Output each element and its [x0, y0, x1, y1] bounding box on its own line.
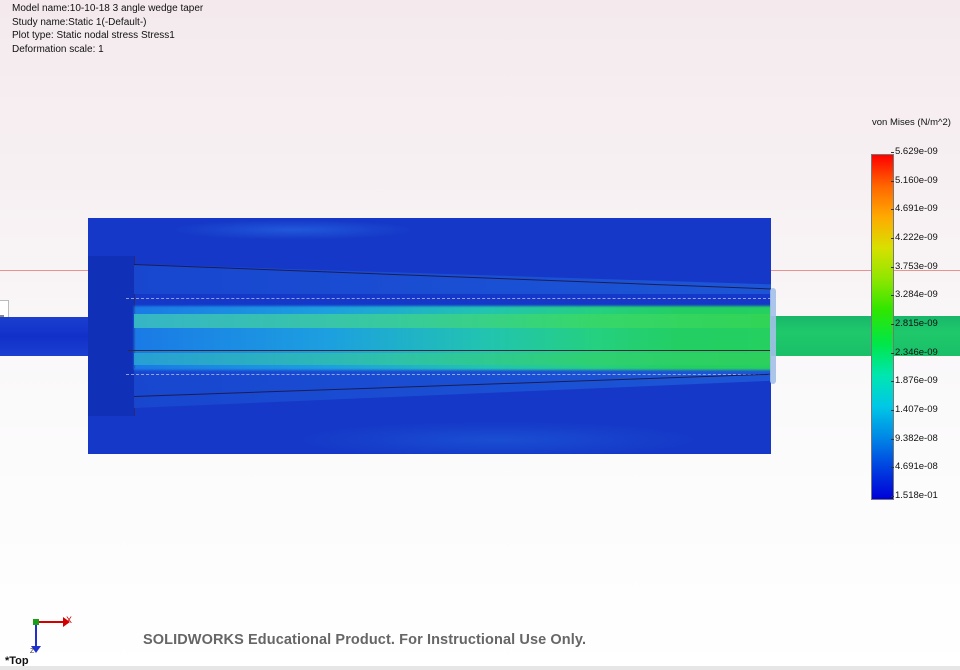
model-end-cap [770, 288, 776, 384]
colorbar-tick-label: 1.876e-09 [891, 375, 938, 387]
legend-title: von Mises (N/m^2) [872, 117, 951, 128]
coordinate-triad-icon[interactable]: X Z [26, 612, 86, 657]
colorbar-tick-label: 3.284e-09 [891, 289, 938, 301]
stress-colorbar[interactable] [871, 154, 894, 500]
colorbar-tick-label: 5.160e-09 [891, 174, 938, 186]
x-axis-arrow-icon [36, 617, 70, 627]
colorbar-tick-label: 4.691e-08 [891, 461, 938, 473]
plot-type-text: Plot type: Static nodal stress Stress1 [12, 30, 175, 41]
colorbar-tick-label: 3.753e-09 [891, 260, 938, 272]
stress-band-upper-core [134, 314, 771, 328]
bottom-status-strip [0, 666, 960, 670]
colorbar-tick-label: 4.222e-09 [891, 232, 938, 243]
upper-hidden-edge-line [126, 298, 771, 299]
colorbar-tick-label: 9.382e-08 [891, 432, 938, 444]
colorbar-tick-label: 1.518e-01 [891, 490, 938, 501]
colorbar-tick-label: 4.691e-09 [891, 203, 938, 215]
model-name-text: Model name:10-10-18 3 angle wedge taper [12, 3, 204, 14]
z-axis-dot-icon [33, 619, 39, 625]
study-name-text: Study name:Static 1(-Default-) [12, 16, 147, 28]
colorbar-tick-label: 2.815e-09 [891, 318, 938, 329]
colorbar-tick-label: 1.407e-09 [891, 404, 938, 415]
lower-hidden-edge-line [126, 374, 771, 375]
stress-band-lower-core [134, 353, 771, 365]
educational-watermark: SOLIDWORKS Educational Product. For Inst… [143, 632, 587, 648]
colorbar-tick-label: 5.629e-09 [891, 146, 938, 157]
deformation-scale-text: Deformation scale: 1 [12, 43, 104, 55]
plot-info: Model name:10-10-18 3 angle wedge taper … [12, 2, 203, 56]
x-axis-label: X [66, 615, 73, 625]
shaft-left-segment[interactable] [0, 317, 90, 356]
colorbar-tick-label: 2.346e-09 [891, 346, 938, 358]
stress-model-body[interactable] [88, 218, 771, 454]
left-hub-region [88, 256, 135, 416]
z-axis-label: Z [30, 648, 35, 655]
center-axis-line [128, 350, 771, 351]
